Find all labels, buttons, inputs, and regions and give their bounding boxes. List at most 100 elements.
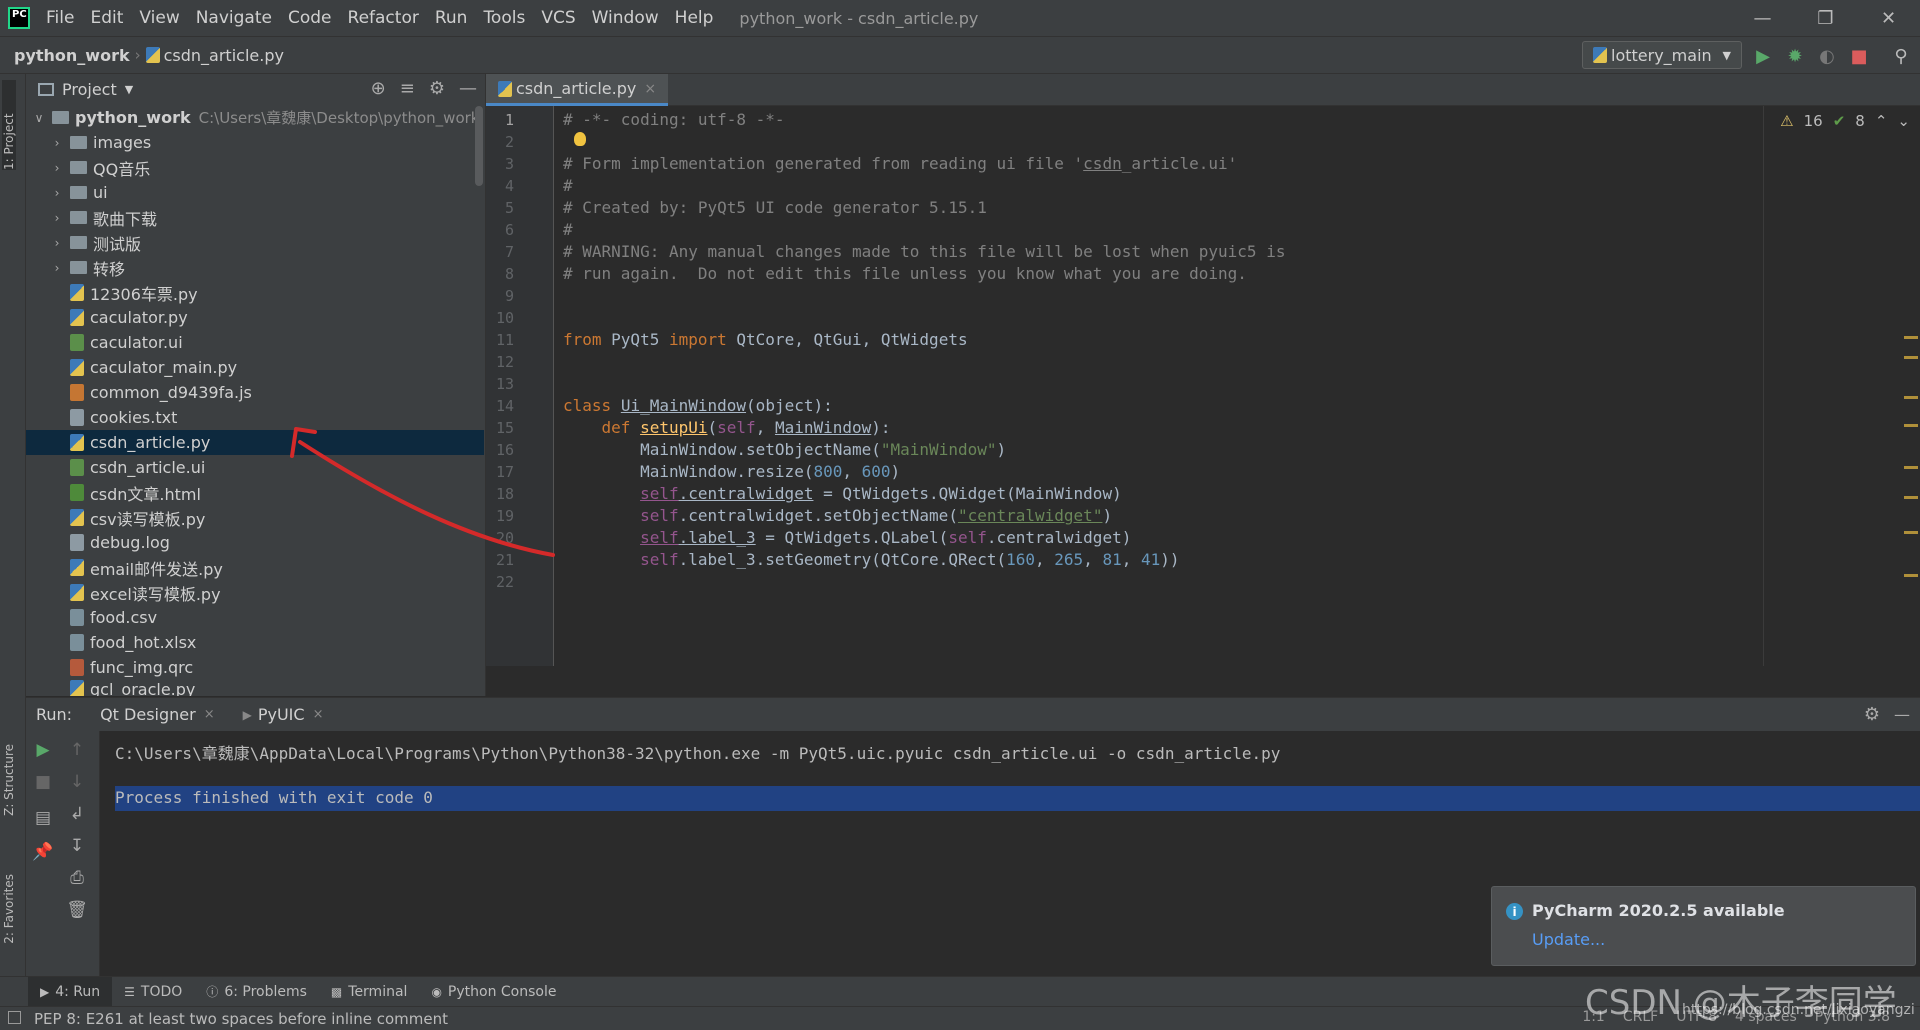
gear-icon[interactable]: ⚙ <box>429 78 445 99</box>
error-stripe-mark[interactable] <box>1904 574 1918 577</box>
tree-file[interactable]: email邮件发送.py <box>26 555 484 580</box>
toggle-tool-windows-icon[interactable] <box>8 1011 21 1024</box>
chevron-right-icon[interactable]: › <box>50 211 64 225</box>
restore-icon[interactable]: ❐ <box>1794 0 1857 36</box>
close-tab-icon[interactable]: × <box>204 707 215 722</box>
error-stripe-mark[interactable] <box>1904 336 1918 339</box>
menu-navigate[interactable]: Navigate <box>188 8 280 28</box>
code-editor[interactable]: 1 2 3 4 5 6 7 8 9 10 11 12 13 14 15 16 1… <box>486 106 1920 666</box>
tree-folder[interactable]: › 转移 <box>26 255 484 280</box>
scroll-to-end-icon[interactable]: ↧ <box>66 835 88 857</box>
menu-run[interactable]: Run <box>427 8 476 28</box>
menu-edit[interactable]: Edit <box>82 8 131 28</box>
hide-panel-icon[interactable]: — <box>459 78 477 99</box>
tree-folder[interactable]: › QQ音乐 <box>26 155 484 180</box>
chevron-right-icon[interactable]: › <box>50 186 64 200</box>
print-icon[interactable]: ⎙ <box>66 867 88 889</box>
rerun-icon[interactable]: ▶ <box>32 739 54 761</box>
close-tab-icon[interactable]: × <box>644 81 656 97</box>
tree-file[interactable]: caculator.py <box>26 305 484 330</box>
tab-favorites[interactable]: 2: Favorites <box>2 874 16 944</box>
menu-vcs[interactable]: VCS <box>533 8 583 28</box>
chevron-up-icon[interactable]: ⌃ <box>1875 112 1888 130</box>
stop-icon[interactable]: ■ <box>1848 45 1870 67</box>
error-stripe-mark[interactable] <box>1904 531 1918 534</box>
menu-tools[interactable]: Tools <box>475 8 533 28</box>
tree-file-selected[interactable]: csdn_article.py <box>26 430 484 455</box>
tree-file[interactable]: food.csv <box>26 605 484 630</box>
tab-run[interactable]: ▶ 4: Run <box>28 976 113 1007</box>
chevron-down-icon[interactable]: ▼ <box>125 83 133 96</box>
project-panel-title[interactable]: Project <box>62 80 117 99</box>
menu-refactor[interactable]: Refactor <box>340 8 427 28</box>
chevron-down-icon[interactable]: ∨ <box>32 111 46 125</box>
tree-file[interactable]: gcl_oracle.py <box>26 680 484 696</box>
tree-file[interactable]: 12306车票.py <box>26 280 484 305</box>
menu-code[interactable]: Code <box>280 8 340 28</box>
error-stripe-mark[interactable] <box>1904 496 1918 499</box>
tree-file[interactable]: func_img.qrc <box>26 655 484 680</box>
debug-icon[interactable]: ✹ <box>1784 45 1806 67</box>
hide-panel-icon[interactable]: — <box>1894 705 1910 724</box>
soft-wrap-icon[interactable]: ↲ <box>66 803 88 825</box>
tree-file[interactable]: cookies.txt <box>26 405 484 430</box>
menu-help[interactable]: Help <box>667 8 722 28</box>
chevron-right-icon[interactable]: › <box>50 136 64 150</box>
tree-folder[interactable]: › 测试版 <box>26 230 484 255</box>
gear-icon[interactable]: ⚙ <box>1864 704 1880 725</box>
tree-file[interactable]: food_hot.xlsx <box>26 630 484 655</box>
tree-folder[interactable]: › ui <box>26 180 484 205</box>
tree-file[interactable]: debug.log <box>26 530 484 555</box>
tab-todo[interactable]: ☰ TODO <box>112 977 194 1007</box>
tree-folder[interactable]: › images <box>26 130 484 155</box>
menu-view[interactable]: View <box>131 8 187 28</box>
inspection-widget[interactable]: ⚠ 16 ✔ 8 ⌃ ⌄ <box>1780 112 1910 130</box>
error-stripe-mark[interactable] <box>1904 396 1918 399</box>
tree-file[interactable]: csdn_article.ui <box>26 455 484 480</box>
chevron-right-icon[interactable]: › <box>50 236 64 250</box>
tab-terminal[interactable]: ▩ Terminal <box>319 977 420 1007</box>
tree-file[interactable]: caculator_main.py <box>26 355 484 380</box>
close-icon[interactable]: ✕ <box>1857 0 1920 36</box>
project-scrollbar[interactable] <box>475 106 483 186</box>
tab-structure[interactable]: Z: Structure <box>2 744 16 816</box>
coverage-icon[interactable]: ◐ <box>1816 45 1838 67</box>
run-configuration-select[interactable]: lottery_main ▼ <box>1582 41 1742 69</box>
tree-file[interactable]: csv读写模板.py <box>26 505 484 530</box>
close-tab-icon[interactable]: × <box>313 707 324 722</box>
tab-project[interactable]: 1: Project <box>2 80 16 170</box>
arrow-down-icon[interactable]: ↓ <box>66 771 88 793</box>
minimize-icon[interactable]: — <box>1731 0 1794 36</box>
breadcrumb-project[interactable]: python_work <box>14 46 130 65</box>
error-stripe-mark[interactable] <box>1904 356 1918 359</box>
collapse-all-icon[interactable]: ≡ <box>400 78 415 99</box>
stop-icon[interactable]: ■ <box>32 771 54 793</box>
lightbulb-icon[interactable] <box>574 132 586 146</box>
tree-file[interactable]: excel读写模板.py <box>26 580 484 605</box>
error-stripe-mark[interactable] <box>1904 466 1918 469</box>
tab-python-console[interactable]: ◉ Python Console <box>419 977 568 1007</box>
search-icon[interactable]: ⚲ <box>1890 45 1912 67</box>
tree-root[interactable]: ∨ python_work C:\Users\章魏康\Desktop\pytho… <box>26 105 484 130</box>
tab-problems[interactable]: ⓘ 6: Problems <box>194 977 319 1007</box>
chevron-right-icon[interactable]: › <box>50 261 64 275</box>
locate-file-icon[interactable]: ⊕ <box>371 78 386 99</box>
breadcrumb-file[interactable]: csdn_article.py <box>164 46 284 65</box>
run-tab-qt-designer[interactable]: Qt Designer × <box>100 705 215 724</box>
pin-icon[interactable]: 📌 <box>32 841 54 863</box>
chevron-right-icon[interactable]: › <box>50 161 64 175</box>
editor-tab-csdn-article[interactable]: csdn_article.py × <box>486 74 669 106</box>
tree-file[interactable]: caculator.ui <box>26 330 484 355</box>
tree-folder[interactable]: › 歌曲下载 <box>26 205 484 230</box>
run-tab-pyuic[interactable]: ▶ PyUIC × <box>243 705 324 724</box>
trash-icon[interactable]: 🗑 <box>66 899 88 921</box>
error-stripe-mark[interactable] <box>1904 424 1918 427</box>
chevron-down-icon[interactable]: ⌄ <box>1897 112 1910 130</box>
layout-icon[interactable]: ▤ <box>32 807 54 829</box>
run-icon[interactable]: ▶ <box>1752 45 1774 67</box>
tree-file[interactable]: csdn文章.html <box>26 480 484 505</box>
arrow-up-icon[interactable]: ↑ <box>66 739 88 761</box>
tree-file[interactable]: common_d9439fa.js <box>26 380 484 405</box>
menu-window[interactable]: Window <box>584 8 667 28</box>
update-link[interactable]: Update... <box>1532 930 1605 949</box>
